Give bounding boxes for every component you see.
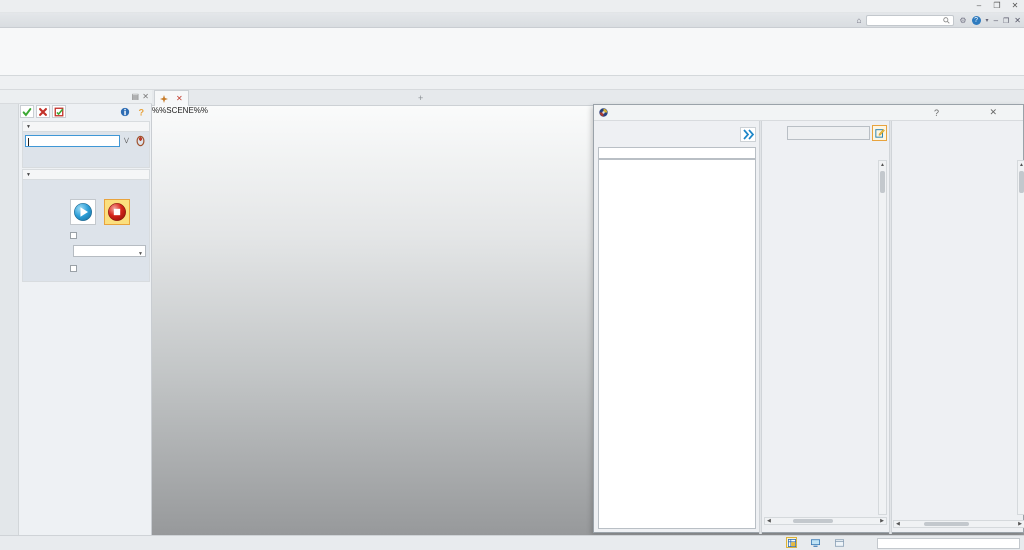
locations-table[interactable] [764,160,878,516]
program-window-header[interactable]: ? ✕ [594,105,1023,121]
commands-table[interactable] [893,160,1017,516]
status-input[interactable] [877,538,1020,549]
status-grid-icon[interactable] [786,537,797,548]
help-icon[interactable]: ? [972,16,981,25]
section-required[interactable]: ▼ [22,121,150,132]
record-video-checkbox[interactable] [70,265,77,272]
cancel-button[interactable] [36,105,50,118]
simulation-play-button[interactable] [70,199,96,225]
document-tab-close-icon[interactable]: ✕ [176,94,183,103]
panel-close-icon[interactable]: ✕ [142,93,149,101]
panel-dock-icon[interactable]: ▤ [131,93,139,101]
controller-tree [598,159,756,529]
simulation-stop-button[interactable] [104,199,130,225]
panel-icon-strip [0,104,19,535]
ribbon-tab-row: ⌂ ⚙ ? ▾ – ❐ ✕ [0,13,1024,28]
program-window-close-icon[interactable]: ✕ [989,107,997,118]
window-minimize-button[interactable]: – [974,1,984,10]
window-close-button[interactable]: ✕ [1010,1,1020,10]
search-icon [943,17,950,24]
status-doc-icon[interactable] [834,537,845,548]
expand-toolbar-icon[interactable] [740,127,756,142]
mouse-pick-icon[interactable] [135,135,146,147]
ribbon-collapse-icon[interactable]: ▾ [986,17,989,24]
draw-trajectory-checkbox[interactable] [70,232,77,239]
irobotcam-logo-icon [599,108,608,117]
commands-hscrollbar[interactable]: ◀▶ [893,520,1024,528]
simulation-dock-panel: ▤ ✕ ? ▼ ⋁ [0,90,152,535]
status-display-icon[interactable] [810,537,821,548]
program-parameters-window: ? ✕ ▲ ◀▶ ▲ [593,104,1024,533]
window-restore-button[interactable]: ❐ [992,1,1002,10]
title-bar: – ❐ ✕ [0,0,1024,13]
command-tabs [895,125,1024,138]
entity-input[interactable] [25,135,120,147]
program-line-box[interactable] [598,147,756,159]
section-settings[interactable]: ▼ [22,169,150,180]
svg-text:?: ? [139,107,145,117]
apply-checkbox-button[interactable] [52,105,66,118]
robot-select[interactable] [787,126,870,140]
program-window-help-icon[interactable]: ? [934,108,939,118]
selection-toolbar [0,76,1024,90]
command-search-input[interactable] [866,15,954,26]
sample-interval-select[interactable]: ▼ [73,245,146,257]
expand-chevrons-icon[interactable]: ⋁ [124,137,129,144]
doc-restore-button[interactable]: ❐ [1003,17,1009,25]
confirm-ok-button[interactable] [20,105,34,118]
doc-minimize-button[interactable]: – [994,16,998,25]
locations-vscrollbar[interactable]: ▲ [878,160,887,515]
settings-gear-icon[interactable]: ⚙ [959,16,966,25]
help-question-icon[interactable]: ? [134,105,148,118]
document-tab-icon [160,95,168,103]
commands-vscrollbar[interactable]: ▲ [1017,160,1024,515]
info-icon[interactable] [118,105,132,118]
home-icon[interactable]: ⌂ [857,16,862,25]
document-tab[interactable]: ✕ [154,90,189,106]
doc-close-button[interactable]: ✕ [1014,16,1021,25]
robot-edit-button[interactable] [872,125,887,141]
ribbon [0,28,1024,76]
status-bar [0,535,1024,550]
locations-hscrollbar[interactable]: ◀▶ [764,517,887,525]
new-tab-button[interactable]: + [418,94,423,103]
